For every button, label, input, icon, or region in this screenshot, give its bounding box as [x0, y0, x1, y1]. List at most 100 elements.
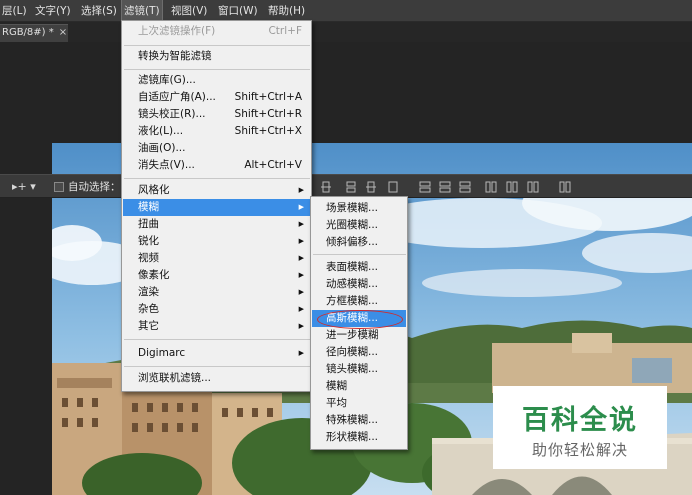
submenu-item-smart-blur[interactable]: 特殊模糊... [326, 412, 406, 429]
submenu-item-field-blur[interactable]: 场景模糊... [326, 200, 406, 217]
align-distribute-icons[interactable] [320, 179, 580, 195]
menu-item-label: 其它 [138, 320, 159, 332]
menu-item-label: 光圈模糊... [326, 219, 379, 231]
menu-item-label: 特殊模糊... [326, 414, 379, 426]
submenu-item-tilt-shift[interactable]: 倾斜偏移... [326, 234, 406, 251]
menu-bar: 层(L) 文字(Y) 选择(S) 滤镜(T) 视图(V) 窗口(W) 帮助(H) [0, 0, 692, 23]
menu-item-label: 镜头校正(R)... [138, 108, 206, 120]
submenu-item-shape-blur[interactable]: 形状模糊... [326, 429, 406, 446]
submenu-arrow-icon: ▶ [298, 349, 304, 357]
menu-item-filter-gallery[interactable]: 滤镜库(G)... [138, 72, 308, 89]
menu-item-label: 倾斜偏移... [326, 236, 379, 248]
menu-filter[interactable]: 滤镜(T) [121, 0, 163, 23]
menu-item-last-filter[interactable]: 上次滤镜操作(F) Ctrl+F [138, 23, 308, 40]
menu-item-browse-online[interactable]: 浏览联机滤镜... [138, 370, 308, 387]
menu-item-label: 杂色 [138, 303, 159, 315]
menu-view[interactable]: 视图(V) [169, 0, 209, 22]
menu-item-distort[interactable]: 扭曲 ▶ [138, 216, 308, 233]
move-tool-icon[interactable]: ▸+ ▾ [12, 179, 42, 195]
submenu-arrow-icon: ▶ [298, 186, 304, 194]
menu-item-smart-filter[interactable]: 转换为智能滤镜 [138, 48, 308, 65]
submenu-arrow-icon: ▶ [298, 254, 304, 262]
menu-item-adaptive-wide-angle[interactable]: 自适应广角(A)... Shift+Ctrl+A [138, 89, 308, 106]
menu-item-liquify[interactable]: 液化(L)... Shift+Ctrl+X [138, 123, 308, 140]
menu-item-vanishing-point[interactable]: 消失点(V)... Alt+Ctrl+V [138, 157, 308, 174]
submenu-item-radial-blur[interactable]: 径向模糊... [326, 344, 406, 361]
document-tab[interactable]: RGB/8#) * × [0, 24, 68, 42]
menu-layer[interactable]: 层(L) [0, 0, 29, 22]
menu-item-label: 进一步模糊 [326, 329, 379, 341]
menu-item-label: 消失点(V)... [138, 159, 195, 171]
submenu-item-blur-more[interactable]: 进一步模糊 [326, 327, 406, 344]
menu-item-shortcut: Shift+Ctrl+A [234, 91, 302, 103]
separator [124, 339, 310, 340]
menu-item-label: 上次滤镜操作(F) [138, 25, 216, 37]
menu-item-label: 动感模糊... [326, 278, 379, 290]
menu-item-lens-correction[interactable]: 镜头校正(R)... Shift+Ctrl+R [138, 106, 308, 123]
menu-item-label: 液化(L)... [138, 125, 184, 137]
menu-item-label: 形状模糊... [326, 431, 379, 443]
menu-item-label: Digimarc [138, 347, 186, 359]
auto-select-label: 自动选择： [68, 181, 121, 193]
menu-item-label: 场景模糊... [326, 202, 379, 214]
menu-select[interactable]: 选择(S) [79, 0, 119, 22]
menu-item-label: 表面模糊... [326, 261, 379, 273]
menu-item-label: 模糊 [326, 380, 347, 392]
filter-menu: 上次滤镜操作(F) Ctrl+F 转换为智能滤镜 滤镜库(G)... 自适应广角… [121, 20, 312, 392]
menu-item-label: 方框模糊... [326, 295, 379, 307]
submenu-arrow-icon: ▶ [298, 288, 304, 296]
separator [124, 45, 310, 46]
submenu-item-motion-blur[interactable]: 动感模糊... [326, 276, 406, 293]
menu-item-other[interactable]: 其它 ▶ [138, 318, 308, 335]
submenu-arrow-icon: ▶ [298, 322, 304, 330]
separator [124, 366, 310, 367]
submenu-arrow-icon: ▶ [298, 203, 304, 211]
close-icon[interactable]: × [59, 27, 67, 38]
menu-item-label: 模糊 [138, 201, 159, 213]
menu-item-label: 锐化 [138, 235, 159, 247]
submenu-item-lens-blur[interactable]: 镜头模糊... [326, 361, 406, 378]
menu-item-render[interactable]: 渲染 ▶ [138, 284, 308, 301]
submenu-item-iris-blur[interactable]: 光圈模糊... [326, 217, 406, 234]
menu-item-label: 自适应广角(A)... [138, 91, 216, 103]
menu-window[interactable]: 窗口(W) [216, 0, 260, 22]
menu-item-noise[interactable]: 杂色 ▶ [138, 301, 308, 318]
document-tab-label: RGB/8#) * [2, 27, 54, 38]
menu-item-label: 视频 [138, 252, 159, 264]
menu-item-digimarc[interactable]: Digimarc ▶ [138, 345, 308, 362]
separator [313, 254, 406, 255]
annotation-ellipse [317, 310, 403, 329]
separator [124, 178, 310, 179]
submenu-arrow-icon: ▶ [298, 271, 304, 279]
separator [124, 69, 310, 70]
submenu-arrow-icon: ▶ [298, 237, 304, 245]
menu-help[interactable]: 帮助(H) [266, 0, 307, 22]
submenu-arrow-icon: ▶ [298, 220, 304, 228]
submenu-item-surface-blur[interactable]: 表面模糊... [326, 259, 406, 276]
options-bar: ▸+ ▾ 自动选择： [0, 174, 692, 198]
menu-item-label: 扭曲 [138, 218, 159, 230]
menu-item-label: 镜头模糊... [326, 363, 379, 375]
menu-item-label: 油画(O)... [138, 142, 186, 154]
menu-item-shortcut: Ctrl+F [268, 25, 302, 37]
menu-item-label: 渲染 [138, 286, 159, 298]
submenu-item-box-blur[interactable]: 方框模糊... [326, 293, 406, 310]
watermark: 百科全说 助你轻松解决 [493, 386, 667, 469]
submenu-arrow-icon: ▶ [298, 305, 304, 313]
menu-item-oil-paint[interactable]: 油画(O)... [138, 140, 308, 157]
menu-type[interactable]: 文字(Y) [33, 0, 73, 22]
menu-item-label: 像素化 [138, 269, 170, 281]
menu-item-blur[interactable]: 模糊 ▶ [138, 199, 308, 216]
menu-item-label: 滤镜库(G)... [138, 74, 196, 86]
watermark-title: 百科全说 [522, 405, 638, 436]
menu-item-label: 转换为智能滤镜 [138, 50, 212, 62]
auto-select-checkbox[interactable] [54, 182, 64, 192]
menu-item-label: 浏览联机滤镜... [138, 372, 212, 384]
menu-item-sharpen[interactable]: 锐化 ▶ [138, 233, 308, 250]
menu-item-shortcut: Alt+Ctrl+V [244, 159, 302, 171]
menu-item-video[interactable]: 视频 ▶ [138, 250, 308, 267]
menu-item-pixelate[interactable]: 像素化 ▶ [138, 267, 308, 284]
submenu-item-average[interactable]: 平均 [326, 395, 406, 412]
menu-item-stylize[interactable]: 风格化 ▶ [138, 182, 308, 199]
submenu-item-blur[interactable]: 模糊 [326, 378, 406, 395]
